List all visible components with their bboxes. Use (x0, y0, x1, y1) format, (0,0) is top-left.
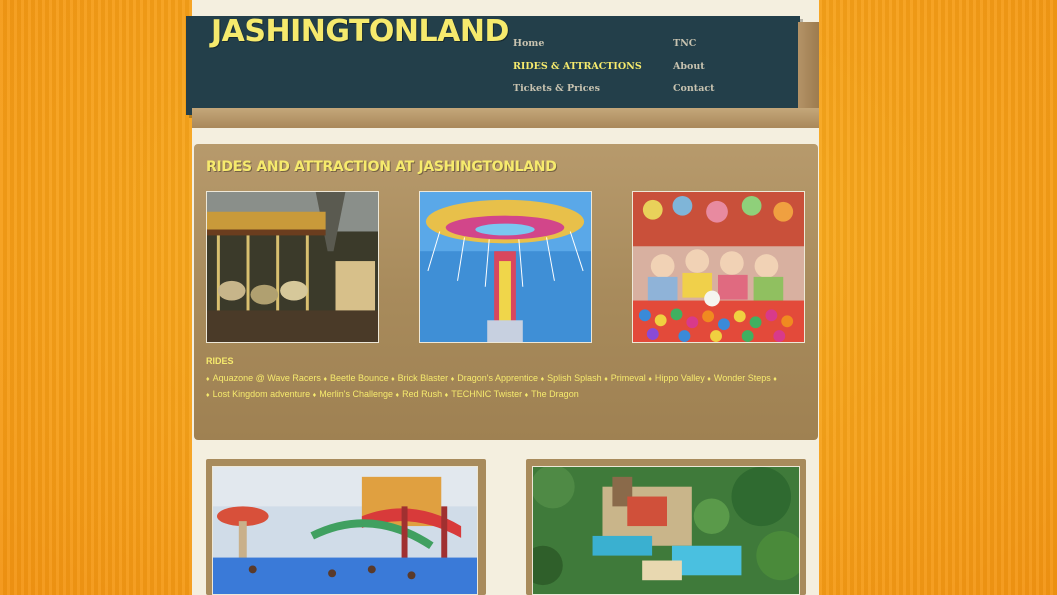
rides-heading: RIDES (206, 356, 234, 366)
site-logo[interactable]: JASHINGTONLAND (211, 14, 509, 49)
bullet-icon: ♦ (312, 392, 317, 399)
ride-link[interactable]: Beetle Bounce (330, 373, 389, 383)
game-booth-image (633, 192, 804, 342)
ride-link[interactable]: Primeval (611, 373, 646, 383)
carousel-image (207, 192, 378, 342)
header-edge-decoration (798, 22, 819, 122)
bullet-icon: ♦ (707, 376, 711, 383)
ride-link[interactable]: Aquazone @ Wave Racers (213, 373, 321, 383)
bullet-icon: ♦ (391, 376, 395, 383)
carousel-photo[interactable] (206, 191, 379, 343)
nav-home[interactable]: Home (513, 38, 544, 49)
nav-tnc[interactable]: TNC (673, 38, 696, 49)
ride-link[interactable]: Dragon's Apprentice (457, 373, 538, 383)
aerial-park-photo[interactable] (532, 466, 800, 595)
ride-link[interactable]: Splish Splash (547, 373, 602, 383)
nav-tickets-prices[interactable]: Tickets & Prices (513, 83, 600, 94)
header-bottom-strip (192, 108, 819, 128)
ride-link[interactable]: Lost Kingdom adventure (213, 389, 311, 399)
rides-list-line-2: ♦ Lost Kingdom adventure ♦ Merlin's Challe… (206, 389, 808, 399)
water-park-photo[interactable] (212, 466, 478, 595)
water-park-image (213, 467, 477, 594)
rides-list-line-1: ♦ Aquazone @ Wave Racers ♦ Beetle Bounce ♦… (206, 373, 808, 383)
nav-about[interactable]: About (673, 61, 705, 72)
bullet-icon: ♦ (450, 376, 455, 383)
bullet-icon: ♦ (395, 392, 400, 399)
nav-contact[interactable]: Contact (673, 83, 715, 94)
ride-link[interactable]: The Dragon (531, 389, 579, 399)
bullet-icon: ♦ (648, 376, 652, 383)
bullet-icon: ♦ (444, 392, 449, 399)
aerial-park-image (533, 467, 799, 594)
bullet-icon: ♦ (773, 376, 777, 383)
feature-title: RIDES AND ATTRACTION AT JASHINGTONLAND (206, 159, 557, 175)
ride-link[interactable]: Wonder Steps (714, 373, 771, 383)
nav-rides-attractions[interactable]: RIDES & ATTRACTIONS (513, 61, 642, 72)
ride-link[interactable]: Red Rush (402, 389, 442, 399)
bullet-icon: ♦ (540, 376, 545, 383)
bullet-icon: ♦ (604, 376, 608, 383)
swing-ride-photo[interactable] (419, 191, 592, 343)
ride-link[interactable]: Brick Blaster (398, 373, 449, 383)
ride-link[interactable]: Hippo Valley (655, 373, 705, 383)
ride-link[interactable]: TECHNIC Twister (451, 389, 522, 399)
swing-ride-image (420, 192, 591, 342)
game-booth-photo[interactable] (632, 191, 805, 343)
bullet-icon: ♦ (323, 376, 328, 383)
bullet-icon: ♦ (206, 392, 210, 399)
bullet-icon: ♦ (524, 392, 529, 399)
bullet-icon: ♦ (206, 376, 210, 383)
ride-link[interactable]: Merlin's Challenge (319, 389, 393, 399)
